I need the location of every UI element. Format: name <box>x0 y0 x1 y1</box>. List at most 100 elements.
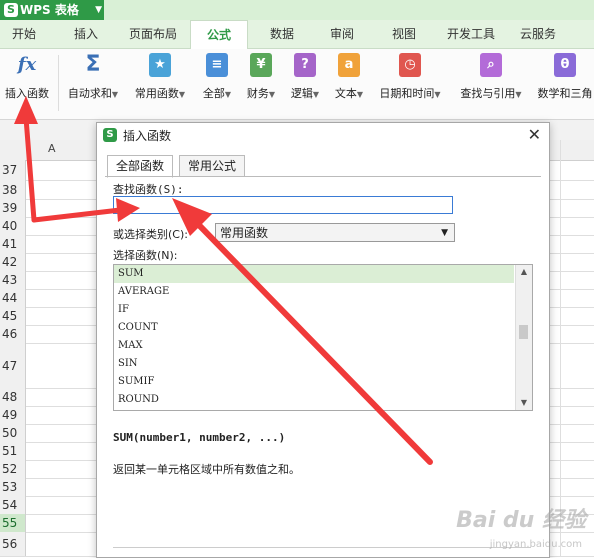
category-value: 常用函数 <box>220 226 269 240</box>
wps-logo-icon: S <box>103 128 117 142</box>
tab-view[interactable]: 视图 <box>384 20 424 48</box>
scroll-thumb[interactable] <box>519 325 528 339</box>
row-number[interactable]: 43 <box>0 271 26 289</box>
lookup-button[interactable]: ⌕ 查找与引用▼ <box>456 53 526 101</box>
list-item[interactable]: ROUND <box>114 391 514 409</box>
row-number[interactable]: 46 <box>0 325 26 343</box>
list-item[interactable]: COUNT <box>114 319 514 337</box>
row-number[interactable]: 53 <box>0 478 26 496</box>
dialog-title-bar[interactable]: S 插入函数 ✕ <box>97 123 549 147</box>
row-number[interactable]: 51 <box>0 442 26 460</box>
row-number[interactable]: 56 <box>0 532 26 556</box>
row-number[interactable]: 40 <box>0 217 26 235</box>
chevron-down-icon: ▼ <box>356 90 364 99</box>
insert-function-button[interactable]: fx 插入函数 <box>2 53 52 101</box>
math-button[interactable]: θ 数学和三角 <box>536 53 594 101</box>
chevron-down-icon[interactable]: ▼ <box>516 396 532 410</box>
row-number[interactable]: 37 <box>0 160 26 180</box>
fx-icon: fx <box>17 54 37 75</box>
text-label: 文本 <box>334 87 357 100</box>
list-icon: ≡ <box>206 53 228 77</box>
row-number[interactable]: 45 <box>0 307 26 325</box>
tab-developer[interactable]: 开发工具 <box>440 20 502 48</box>
app-name: WPS 表格 <box>20 3 79 17</box>
datetime-label: 日期和时间 <box>379 87 435 100</box>
list-item[interactable]: MAX <box>114 337 514 355</box>
search-label: 查找函数(S): <box>113 183 184 196</box>
ribbon: fx 插入函数 Σ 自动求和▼ ★ 常用函数▼ ≡ 全部▼ ¥ 财务▼ ? 逻辑… <box>0 49 594 120</box>
tab-formulas[interactable]: 公式 <box>190 20 248 50</box>
row-number[interactable]: 55 <box>0 514 26 532</box>
row-number[interactable]: 42 <box>0 253 26 271</box>
chevron-down-icon: ▼ <box>441 228 448 238</box>
tab-review[interactable]: 审阅 <box>322 20 362 48</box>
autosum-button[interactable]: Σ 自动求和▼ <box>64 53 122 101</box>
row-number[interactable]: 44 <box>0 289 26 307</box>
function-list[interactable]: SUM AVERAGE IF COUNT MAX SIN SUMIF ROUND… <box>113 264 533 411</box>
tab-common-formulas[interactable]: 常用公式 <box>179 155 246 177</box>
row-number[interactable]: 38 <box>0 180 26 199</box>
tab-cloud[interactable]: 云服务 <box>512 20 564 48</box>
app-menu-button[interactable]: S WPS 表格 ▼ <box>0 0 104 20</box>
list-item[interactable]: SIN <box>114 355 514 373</box>
chevron-down-icon: ▼ <box>178 90 186 99</box>
divider <box>58 55 59 111</box>
close-icon[interactable]: ✕ <box>528 125 541 144</box>
list-item[interactable]: AVERAGE <box>114 283 514 301</box>
wps-logo-icon: S <box>4 3 18 17</box>
chevron-down-icon: ▼ <box>434 90 441 99</box>
select-function-label: 选择函数(N): <box>113 249 178 262</box>
chevron-down-icon: ▼ <box>95 5 102 15</box>
search-input[interactable] <box>113 196 453 214</box>
logic-button[interactable]: ? 逻辑▼ <box>286 53 324 101</box>
all-functions-button[interactable]: ≡ 全部▼ <box>198 53 236 101</box>
divider <box>113 547 531 548</box>
row-number[interactable]: 39 <box>0 199 26 217</box>
row-number[interactable]: 54 <box>0 496 26 514</box>
tab-all-functions[interactable]: 全部函数 <box>107 155 174 178</box>
common-functions-button[interactable]: ★ 常用函数▼ <box>132 53 188 101</box>
sigma-icon: Σ <box>85 52 101 77</box>
column-label-a[interactable]: A <box>48 142 56 155</box>
text-a-icon: a <box>338 53 360 77</box>
chevron-up-icon[interactable]: ▲ <box>516 265 532 279</box>
logic-label: 逻辑 <box>290 87 313 100</box>
row-number[interactable]: 50 <box>0 424 26 442</box>
star-icon: ★ <box>149 53 171 77</box>
datetime-button[interactable]: ◷ 日期和时间▼ <box>374 53 446 101</box>
watermark-url: jingyan.baidu.com <box>489 539 582 550</box>
row-number[interactable]: 48 <box>0 388 26 406</box>
chevron-down-icon: ▼ <box>268 90 276 99</box>
finance-button[interactable]: ¥ 财务▼ <box>242 53 280 101</box>
autosum-label: 自动求和 <box>67 87 112 100</box>
menu-bar: 开始 插入 页面布局 公式 数据 审阅 视图 开发工具 云服务 <box>0 20 594 50</box>
row-number[interactable]: 52 <box>0 460 26 478</box>
chevron-down-icon: ▼ <box>515 90 522 99</box>
tab-home[interactable]: 开始 <box>4 20 44 48</box>
theta-icon: θ <box>554 53 576 77</box>
tab-page-layout[interactable]: 页面布局 <box>122 20 184 48</box>
title-bar: S WPS 表格 ▼ <box>0 0 594 20</box>
row-number[interactable]: 41 <box>0 235 26 253</box>
function-list-scrollbar[interactable]: ▲ ▼ <box>515 265 532 410</box>
chevron-down-icon: ▼ <box>111 90 119 99</box>
list-item[interactable]: SUM <box>114 265 514 283</box>
chevron-down-icon: ▼ <box>224 90 232 99</box>
dialog-title: 插入函数 <box>123 129 172 143</box>
common-functions-label: 常用函数 <box>134 87 179 100</box>
magnifier-icon: ⌕ <box>480 53 502 77</box>
tab-insert[interactable]: 插入 <box>66 20 106 48</box>
text-button[interactable]: a 文本▼ <box>330 53 368 101</box>
row-number[interactable]: 47 <box>0 343 26 388</box>
chevron-down-icon: ▼ <box>312 90 320 99</box>
baidu-watermark: Bai du 经验 <box>456 508 586 533</box>
finance-label: 财务 <box>246 87 269 100</box>
finance-icon: ¥ <box>250 53 272 77</box>
insert-function-dialog: S 插入函数 ✕ 全部函数 常用公式 查找函数(S): 或选择类别(C): 常用… <box>96 122 550 558</box>
row-number[interactable]: 49 <box>0 406 26 424</box>
list-item[interactable]: SUMIF <box>114 373 514 391</box>
tab-data[interactable]: 数据 <box>262 20 302 48</box>
list-item[interactable]: IF <box>114 301 514 319</box>
category-select[interactable]: 常用函数 ▼ <box>215 223 455 242</box>
category-label: 或选择类别(C): <box>113 228 188 241</box>
